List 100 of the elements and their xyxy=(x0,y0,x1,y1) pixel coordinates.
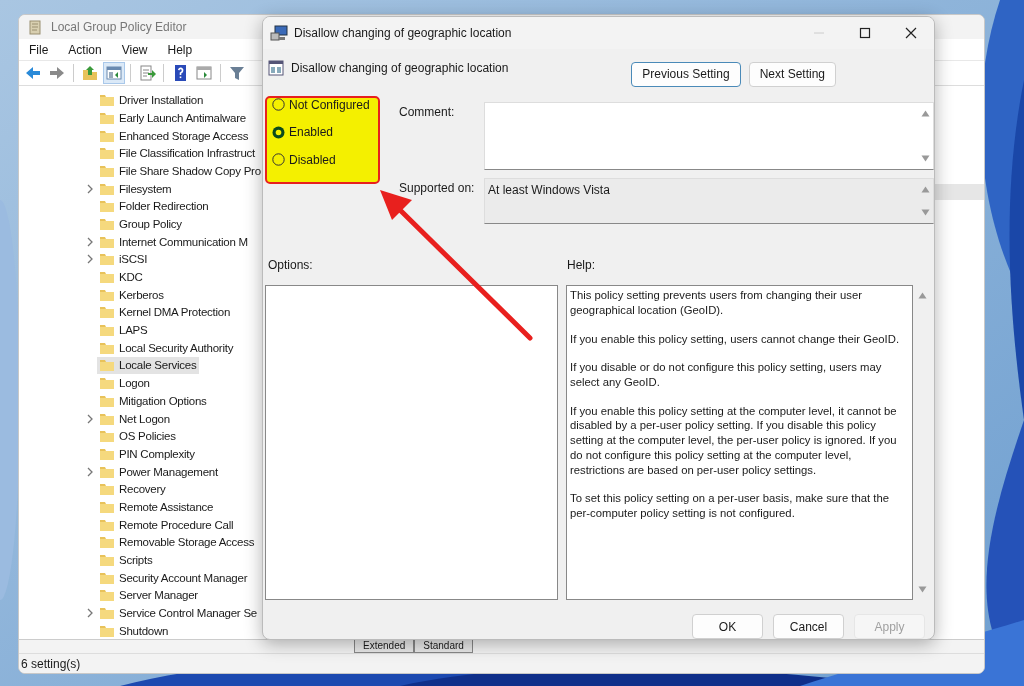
chevron-icon[interactable] xyxy=(86,182,94,195)
tree-item[interactable]: Logon xyxy=(97,374,153,392)
folder-icon xyxy=(99,605,115,622)
tree-item[interactable]: Locale Services xyxy=(97,356,200,374)
tree-item[interactable]: Driver Installation xyxy=(97,91,207,109)
tree-item[interactable]: KDC xyxy=(97,268,146,286)
supported-on-label: Supported on: xyxy=(399,180,476,198)
window-pane-icon xyxy=(195,64,213,83)
folder-icon xyxy=(99,375,115,392)
help-paragraph: If you enable this policy setting at the computer level, it cannot be disabled by a per-user policy setting. If you disable this policy setting at the computer level, the per-user policy is ignored. If you do not configure this policy setting at the computer level, restrictions are based on per-user policy settings. xyxy=(570,403,898,478)
tree-item[interactable]: Service Control Manager Se xyxy=(97,604,260,622)
tree-item[interactable]: Kernel DMA Protection xyxy=(97,303,234,321)
tree-item[interactable]: Enhanced Storage Access xyxy=(97,127,252,144)
tree-item[interactable]: OS Policies xyxy=(97,427,179,445)
tree-item[interactable]: Power Management xyxy=(97,463,221,481)
status-bar: 6 setting(s) xyxy=(19,653,984,673)
tree-item[interactable]: Group Policy xyxy=(97,215,185,233)
window-title: Disallow changing of geographic location xyxy=(294,25,512,40)
folder-icon xyxy=(99,251,115,268)
help-paragraph: If you disable or do not configure this policy setting, users may select any GeoID. xyxy=(570,360,883,390)
chevron-icon[interactable] xyxy=(86,253,94,266)
tree-item[interactable]: Local Security Authority xyxy=(97,339,237,357)
folder-icon xyxy=(99,587,115,604)
help-label: Help: xyxy=(567,257,595,274)
scroll-up-icon[interactable] xyxy=(917,292,927,300)
scroll-down-icon[interactable] xyxy=(920,209,930,217)
export-list-icon xyxy=(138,64,156,83)
tree-item[interactable]: Scripts xyxy=(97,551,156,569)
chevron-icon[interactable] xyxy=(86,465,94,478)
tree-item[interactable]: Net Logon xyxy=(97,410,173,427)
folder-icon xyxy=(99,534,115,551)
folder-icon xyxy=(99,198,115,215)
radio-button-icon[interactable] xyxy=(272,98,285,112)
help-paragraph: To set this policy setting on a per-user basis, make sure that the per-computer policy setting is not configured. xyxy=(570,491,890,521)
nav-button[interactable]: Next Setting xyxy=(748,61,836,87)
tree-item[interactable]: Remote Assistance xyxy=(97,498,217,516)
filter-icon xyxy=(228,64,246,83)
options-label: Options: xyxy=(268,257,314,274)
folder-icon xyxy=(99,304,115,321)
tree-item[interactable]: Recovery xyxy=(97,480,169,498)
scroll-up-icon[interactable] xyxy=(920,186,930,194)
menu-item[interactable]: Help xyxy=(161,40,199,59)
menu-item[interactable]: Action xyxy=(62,40,108,59)
folder-icon xyxy=(99,92,115,109)
menu-item[interactable]: File xyxy=(23,40,55,59)
tree-item[interactable]: iSCSI xyxy=(97,250,151,268)
tree-item[interactable]: Remote Procedure Call xyxy=(97,516,237,534)
supported-on-text: At least Windows Vista xyxy=(488,183,610,198)
tree-item[interactable]: Mitigation Options xyxy=(97,392,210,410)
tree-item[interactable]: Shutdown xyxy=(97,622,172,640)
radio-option[interactable]: Enabled xyxy=(272,123,380,142)
radio-option[interactable]: Not Configured xyxy=(272,96,380,114)
comment-field[interactable] xyxy=(484,102,934,171)
radio-option[interactable]: Disabled xyxy=(272,151,380,169)
radio-label: Disabled xyxy=(289,152,336,167)
computer-icon xyxy=(270,23,288,42)
folder-icon xyxy=(99,145,115,162)
tree-item[interactable]: Internet Communication M xyxy=(97,233,251,251)
folder-up-icon xyxy=(81,64,99,83)
dialog-button[interactable]: OK xyxy=(692,614,763,639)
help-paragraph: If you enable this policy setting, users cannot change their GeoID. xyxy=(570,331,901,347)
tree-item[interactable]: Security Account Manager xyxy=(97,569,251,587)
radio-button-icon[interactable] xyxy=(272,125,285,139)
chevron-icon[interactable] xyxy=(86,235,94,248)
radio-button-icon[interactable] xyxy=(272,153,285,167)
tab[interactable]: Extended xyxy=(354,640,415,654)
tree-item[interactable]: Filesystem xyxy=(97,180,175,198)
scroll-down-icon[interactable] xyxy=(917,586,927,593)
scroll-down-icon[interactable] xyxy=(920,155,930,163)
scroll-icon xyxy=(27,19,43,36)
tab[interactable]: Standard xyxy=(414,640,473,654)
tree-item[interactable]: Removable Storage Access xyxy=(97,533,258,551)
scroll-up-icon[interactable] xyxy=(920,110,930,118)
tree-item[interactable]: Kerberos xyxy=(97,286,167,304)
chevron-icon[interactable] xyxy=(86,607,94,620)
tree-item[interactable]: Folder Redirection xyxy=(97,197,212,215)
folder-icon xyxy=(99,357,115,374)
menu-item[interactable]: View xyxy=(115,40,154,59)
radio-label: Enabled xyxy=(289,125,334,140)
comment-label: Comment: xyxy=(399,104,456,122)
nav-button[interactable]: Previous Setting xyxy=(631,61,741,87)
setting-name: Disallow changing of geographic location xyxy=(291,60,509,75)
window-title: Local Group Policy Editor xyxy=(51,20,187,35)
folder-icon xyxy=(99,428,115,445)
chevron-icon[interactable] xyxy=(86,412,94,425)
help-paragraph: This policy setting prevents users from changing their user geographical location (GeoID). xyxy=(570,288,863,318)
tree-item[interactable]: Server Manager xyxy=(97,586,201,604)
close-icon[interactable] xyxy=(905,26,917,39)
tree-item[interactable]: LAPS xyxy=(97,321,151,339)
toolbar-button[interactable] xyxy=(103,62,125,85)
tree-item[interactable]: Early Launch Antimalware xyxy=(97,109,249,127)
folder-icon xyxy=(99,552,115,568)
tree-item[interactable]: File Classification Infrastruct xyxy=(97,144,259,162)
settings-window-icon xyxy=(268,59,284,76)
tree-item[interactable]: PIN Complexity xyxy=(97,445,198,463)
folder-icon xyxy=(99,481,115,498)
maximize-icon[interactable] xyxy=(859,26,871,39)
tree-item[interactable]: File Share Shadow Copy Pro xyxy=(97,162,264,180)
dialog-button[interactable]: Cancel xyxy=(773,614,844,639)
folder-icon xyxy=(99,322,115,339)
